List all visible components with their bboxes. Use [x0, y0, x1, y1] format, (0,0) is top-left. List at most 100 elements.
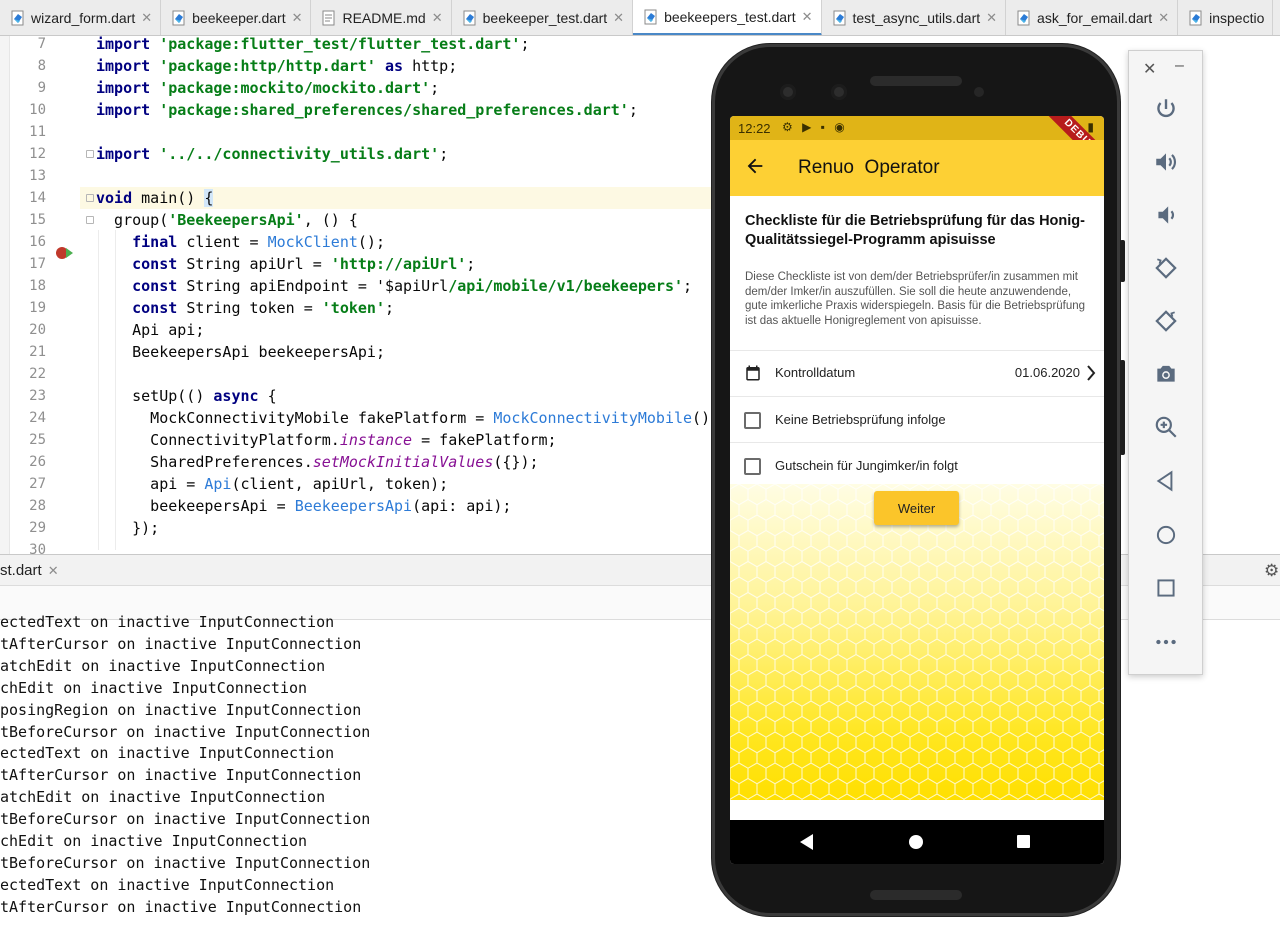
editor-tab[interactable]: wizard_form.dart ✕ — [0, 0, 162, 35]
code-token: ; — [385, 299, 395, 317]
app-title: Renuo Operator — [798, 157, 940, 178]
rotate-left-icon[interactable] — [1150, 252, 1182, 284]
front-sensor — [831, 84, 847, 100]
line-number: 26 — [29, 454, 46, 470]
line-number: 29 — [29, 520, 46, 536]
close-icon[interactable]: ✕ — [432, 10, 443, 26]
line-number: 9 — [37, 80, 46, 96]
gear-icon[interactable]: ⚙ — [1264, 561, 1279, 581]
code-token: client = — [186, 233, 268, 251]
close-icon[interactable]: ✕ — [48, 563, 59, 578]
code-token: MockConnectivityMobile fakePlatform = — [96, 409, 494, 427]
editor-tab[interactable]: ask_for_email.dart ✕ — [1006, 0, 1179, 35]
date-row[interactable]: Kontrolldatum 01.06.2020 — [730, 350, 1104, 396]
power-icon[interactable] — [1150, 93, 1182, 125]
code-token: = fakePlatform; — [412, 431, 557, 449]
nav-back-icon[interactable] — [800, 834, 813, 850]
close-icon[interactable]: ✕ — [1158, 10, 1169, 26]
matched-brace: { — [204, 189, 214, 207]
run-tab[interactable]: st.dart ✕ — [0, 562, 59, 579]
markdown-file-icon — [321, 10, 337, 26]
rotate-right-icon[interactable] — [1150, 305, 1182, 337]
string-literal: 'package:flutter_test/flutter_test.dart' — [159, 36, 521, 53]
fold-marker-icon[interactable] — [86, 150, 94, 158]
static-member: instance — [339, 431, 413, 449]
fold-marker-icon[interactable] — [86, 194, 94, 202]
close-icon[interactable]: ✕ — [1143, 59, 1156, 79]
zoom-in-icon[interactable] — [1150, 411, 1182, 443]
dart-file-icon — [1188, 10, 1204, 26]
code-line: 9 import 'package:mockito/mockito.dart'; — [0, 77, 780, 99]
string-literal: 'token' — [321, 299, 385, 317]
code-text: ConnectivityPlatform.instance = fakePlat… — [96, 429, 557, 451]
console-line: tBeforeCursor on inactive InputConnectio… — [0, 722, 371, 741]
close-icon[interactable]: ✕ — [292, 10, 303, 26]
code-token: , () { — [303, 211, 358, 229]
console-line: tAfterCursor on inactive InputConnection — [0, 634, 362, 653]
code-text: beekeepersApi = BeekeepersApi(api: api); — [96, 495, 511, 517]
code-token: }); — [96, 519, 160, 537]
volume-up-icon[interactable] — [1150, 146, 1182, 178]
editor-tab[interactable]: README.md ✕ — [311, 0, 452, 35]
continue-button[interactable]: Weiter — [874, 491, 959, 525]
back-triangle-icon[interactable] — [1150, 465, 1182, 497]
code-line: 10 import 'package:shared_preferences/sha… — [0, 99, 780, 121]
tab-label: README.md — [342, 10, 426, 26]
fold-marker-icon[interactable] — [86, 216, 94, 224]
code-line: 17 const String apiUrl = 'http://apiUrl'… — [0, 253, 780, 275]
code-text: MockConnectivityMobile fakePlatform = Mo… — [96, 407, 719, 429]
line-number: 27 — [29, 476, 46, 492]
tab-label: wizard_form.dart — [31, 10, 136, 26]
code-line: 11 — [0, 121, 780, 143]
checkbox-row-no-inspection[interactable]: Keine Betriebsprüfung infolge — [730, 396, 1104, 442]
keyword: import — [96, 101, 151, 119]
code-text: import '../../connectivity_utils.dart'; — [96, 143, 448, 165]
front-camera — [780, 84, 796, 100]
line-number: 18 — [29, 278, 46, 294]
editor-tab[interactable]: test_async_utils.dart ✕ — [822, 0, 1007, 35]
overview-square-icon[interactable] — [1150, 572, 1182, 604]
volume-down-icon[interactable] — [1150, 199, 1182, 231]
console-line: posingRegion on inactive InputConnection — [0, 700, 362, 719]
more-icon[interactable] — [1150, 626, 1182, 658]
code-line: 30 — [0, 539, 780, 554]
code-token: Api api; — [96, 321, 205, 339]
checklist-title: Checkliste für die Betriebsprüfung für d… — [745, 213, 1085, 248]
string-literal: 'package:http/http.dart' — [159, 57, 376, 75]
close-icon[interactable]: ✕ — [986, 10, 997, 26]
tab-label: test_async_utils.dart — [852, 10, 981, 26]
phone-power-button — [1120, 240, 1125, 282]
code-text: const String apiUrl = 'http://apiUrl'; — [96, 253, 475, 275]
close-icon[interactable]: ✕ — [802, 9, 813, 25]
editor-tab[interactable]: beekeeper_test.dart ✕ — [452, 0, 634, 35]
line-number: 10 — [29, 102, 46, 118]
editor-tab-bar: wizard_form.dart ✕ beekeeper.dart ✕ README.m… — [0, 0, 1280, 36]
voucher-checkbox[interactable] — [744, 458, 761, 475]
proximity-sensor — [974, 87, 984, 97]
code-line: 14 void main() { — [0, 187, 780, 209]
string-literal: 'http://apiUrl' — [330, 255, 467, 273]
editor-tab[interactable]: inspectio — [1178, 0, 1274, 35]
home-circle-icon[interactable] — [1150, 519, 1182, 551]
checkbox-row-voucher[interactable]: Gutschein für Jungimker/in folgt — [730, 442, 1104, 488]
close-icon[interactable]: ✕ — [141, 10, 152, 26]
no-inspection-label: Keine Betriebsprüfung infolge — [775, 412, 946, 427]
nav-recents-icon[interactable] — [1017, 835, 1030, 848]
line-number: 19 — [29, 300, 46, 316]
nav-home-icon[interactable] — [909, 835, 923, 849]
keyword: import — [96, 57, 151, 75]
dart-file-icon — [10, 10, 26, 26]
no-inspection-checkbox[interactable] — [744, 412, 761, 429]
status-bar: 12:22 ⚙ ▶ ▪ ◉ ▮ DEBUG — [730, 116, 1104, 178]
code-token: SharedPreferences. — [96, 453, 313, 471]
tab-label: ask_for_email.dart — [1037, 10, 1153, 26]
code-line: 20 Api api; — [0, 319, 780, 341]
close-icon[interactable]: ✕ — [613, 10, 624, 26]
editor-tab[interactable]: beekeepers_test.dart ✕ — [633, 0, 822, 35]
editor-tab[interactable]: beekeeper.dart ✕ — [161, 0, 312, 35]
minimize-icon[interactable]: – — [1175, 57, 1184, 75]
back-arrow-icon[interactable] — [744, 155, 766, 177]
voucher-label: Gutschein für Jungimker/in folgt — [775, 458, 958, 473]
camera-icon[interactable] — [1150, 358, 1182, 390]
console-line: tBeforeCursor on inactive InputConnectio… — [0, 810, 371, 829]
